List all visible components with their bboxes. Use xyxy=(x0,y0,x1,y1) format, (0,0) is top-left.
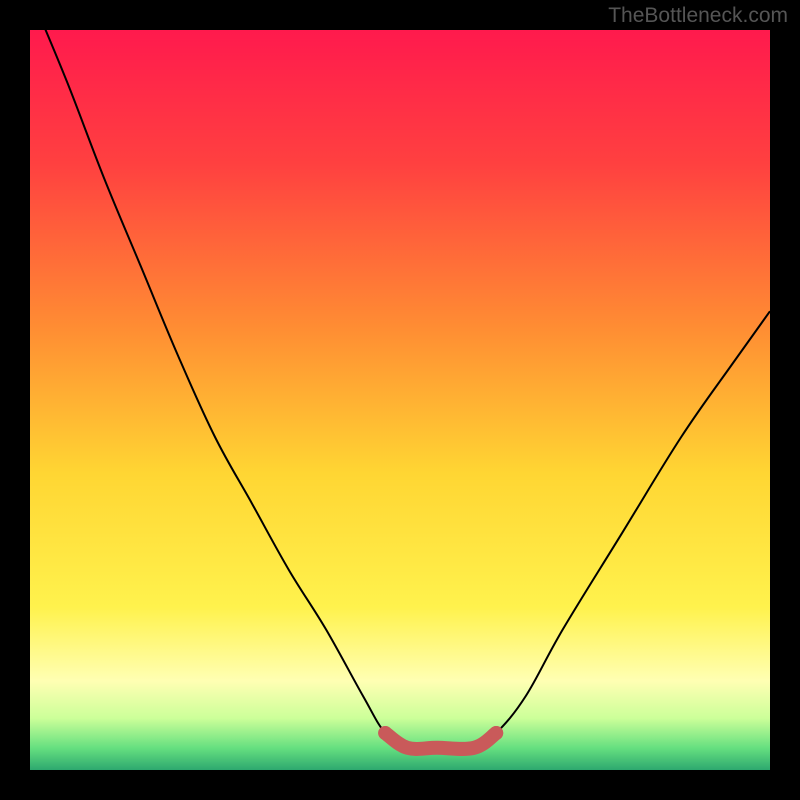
chart-plot-area xyxy=(30,30,770,770)
chart-background xyxy=(30,30,770,770)
watermark-text: TheBottleneck.com xyxy=(608,4,788,28)
chart-svg xyxy=(30,30,770,770)
highlight-dot-left xyxy=(378,726,392,740)
highlight-dot-right xyxy=(489,726,503,740)
